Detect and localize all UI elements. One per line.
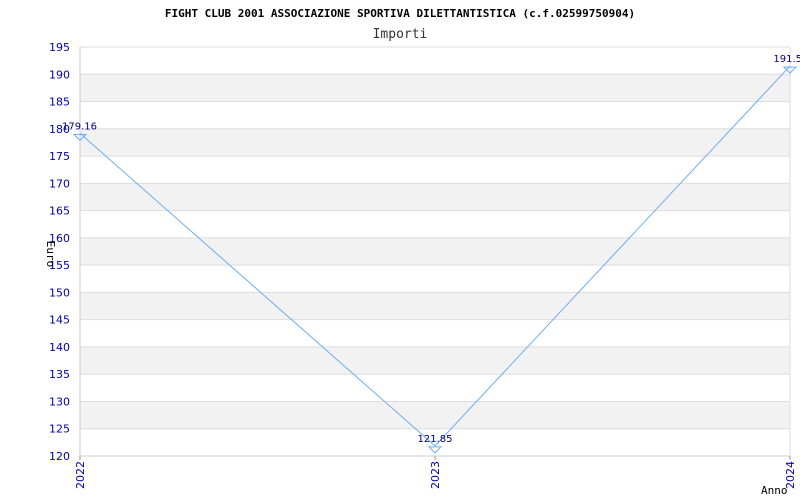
y-tick-label: 190 <box>49 68 70 81</box>
y-tick-label: 120 <box>49 450 70 463</box>
grid-band <box>80 183 790 211</box>
x-tick-label: 2023 <box>429 461 442 489</box>
line-chart: FIGHT CLUB 2001 ASSOCIAZIONE SPORTIVA DI… <box>44 7 800 497</box>
y-tick-label: 140 <box>49 341 70 354</box>
y-tick-label: 175 <box>49 150 70 163</box>
grid-band <box>80 401 790 429</box>
grid-band <box>80 237 790 266</box>
chart-title: FIGHT CLUB 2001 ASSOCIAZIONE SPORTIVA DI… <box>165 7 635 20</box>
data-point-marker <box>427 446 443 454</box>
y-tick-label: 135 <box>49 368 70 381</box>
x-tick-labels: 2022 2023 2024 <box>74 461 797 489</box>
plot-background-bands <box>80 74 790 429</box>
data-label: 191.5 <box>773 54 800 65</box>
y-tick-label: 150 <box>49 286 70 299</box>
grid-band <box>80 128 790 157</box>
y-tick-label: 185 <box>49 96 70 109</box>
chart-subtitle: Importi <box>373 27 428 42</box>
data-label: 179.16 <box>62 121 97 132</box>
grid-band <box>80 346 790 375</box>
y-tick-label: 195 <box>49 41 70 54</box>
y-tick-label: 170 <box>49 177 70 190</box>
y-tick-label: 125 <box>49 423 70 436</box>
x-tick-label: 2022 <box>74 461 87 489</box>
y-tick-label: 130 <box>49 395 70 408</box>
y-tick-label: 145 <box>49 314 70 327</box>
data-label: 121.85 <box>418 434 453 445</box>
y-tick-label: 165 <box>49 205 70 218</box>
grid-band <box>80 292 790 320</box>
x-axis-label: Anno <box>761 484 788 497</box>
y-axis-label: Euro <box>44 241 57 268</box>
grid-band <box>80 74 790 102</box>
